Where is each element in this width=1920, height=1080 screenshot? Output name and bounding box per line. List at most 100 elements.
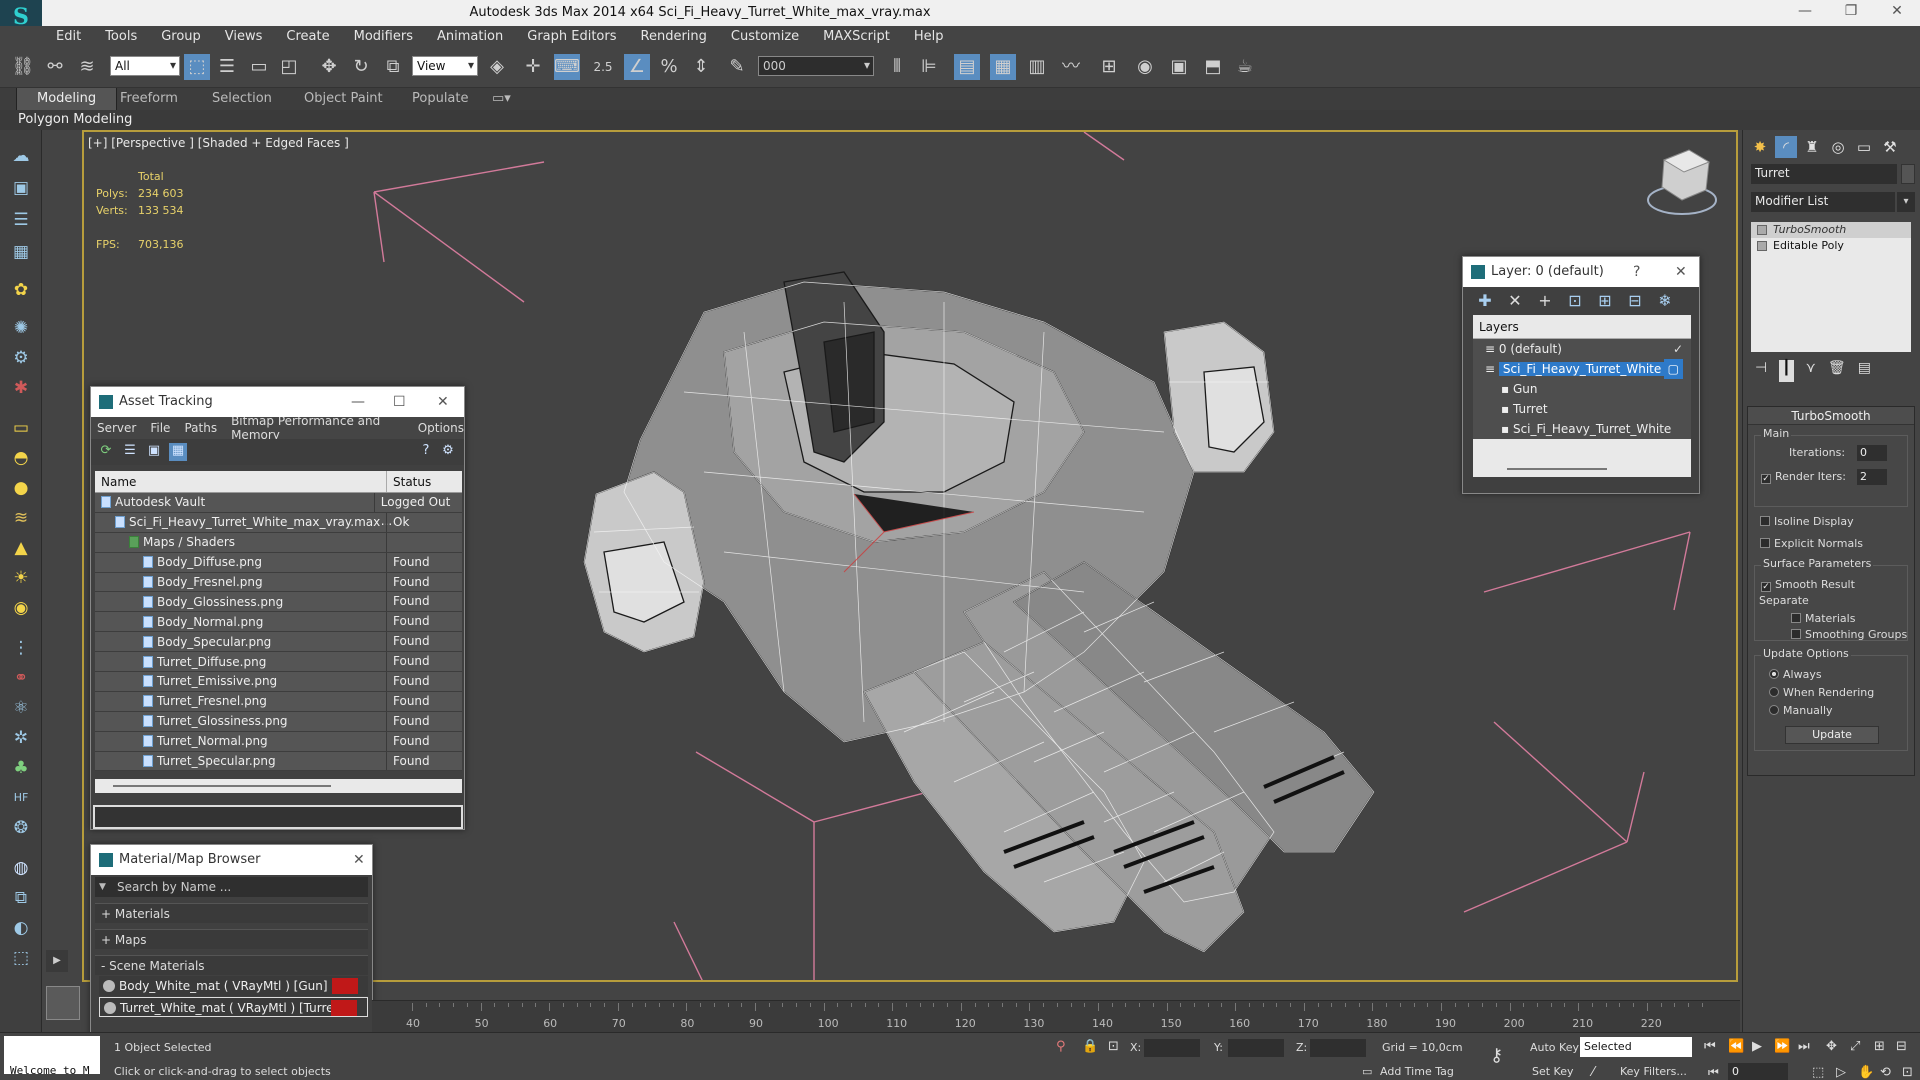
table-row[interactable]: Body_Diffuse.png Found (95, 552, 462, 573)
tab-freeform[interactable]: Freeform (120, 91, 178, 106)
links-icon[interactable]: ⚭ (9, 666, 33, 690)
object-name-field[interactable]: Turret (1751, 164, 1897, 184)
key-selection-select[interactable]: Selected (1580, 1037, 1692, 1057)
render-iters-spinner[interactable]: 2 (1857, 469, 1887, 485)
stack-item-turbosmooth[interactable]: TurboSmooth (1751, 222, 1911, 238)
zoom-icon[interactable]: ✥ (1826, 1039, 1837, 1054)
asset-scrollbar[interactable] (95, 779, 462, 793)
modify-tab-icon[interactable]: ◜ (1775, 136, 1797, 158)
tab-modeling[interactable]: Modeling (16, 88, 118, 110)
remove-modifier-icon[interactable]: 🗑 (1828, 360, 1846, 382)
material-search-input[interactable]: Search by Name ... (95, 877, 368, 897)
x-coordinate-field[interactable] (1144, 1039, 1200, 1057)
expand-arrow-icon[interactable]: ▶ (46, 950, 68, 972)
maximize-icon[interactable]: ☐ (393, 387, 406, 417)
grass-icon[interactable]: ≋ (9, 506, 33, 530)
window-crossing-icon[interactable]: ◰ (276, 54, 302, 80)
table-row[interactable]: Turret_Specular.png Found (95, 751, 462, 772)
asset-menu-options[interactable]: Options (418, 421, 464, 435)
close-icon[interactable]: ✕ (353, 845, 365, 875)
material-browser-titlebar[interactable]: Material/Map Browser ✕ (91, 845, 372, 875)
menu-customize[interactable]: Customize (731, 29, 799, 44)
asset-status-field[interactable] (93, 805, 463, 829)
object-icon[interactable]: ✱ (9, 376, 33, 400)
update-button[interactable]: Update (1785, 726, 1879, 744)
menu-modifiers[interactable]: Modifiers (354, 29, 413, 44)
table-row[interactable]: Body_Glossiness.png Found (95, 592, 462, 613)
table-row[interactable]: Body_Fresnel.png Found (95, 572, 462, 593)
pin-stack-icon[interactable]: ⊣ (1755, 360, 1767, 382)
iterations-spinner[interactable]: 0 (1857, 445, 1887, 461)
material-item[interactable]: Turret_White_mat ( VRayMtl ) [Turret] (99, 997, 368, 1017)
hf-icon[interactable]: HF (9, 786, 33, 810)
gear-icon[interactable]: ⚙ (9, 346, 33, 370)
table-view-icon[interactable]: ▦ (169, 443, 187, 461)
layer-scrollbar[interactable] (1473, 459, 1691, 477)
snap-toggle-icon[interactable]: 2.5 (590, 54, 616, 80)
light-icon[interactable]: ✿ (9, 278, 33, 302)
table-row[interactable]: Maps / Shaders (95, 532, 462, 553)
tab-object-paint[interactable]: Object Paint (304, 91, 383, 106)
stack-item-editable-poly[interactable]: Editable Poly (1751, 238, 1911, 254)
layer-object-row[interactable]: ▪ Sci_Fi_Heavy_Turret_White (1473, 419, 1691, 439)
manually-radio[interactable]: Manually (1769, 704, 1833, 717)
hide-all-icon[interactable]: ⊟ (1625, 291, 1645, 311)
y-coordinate-field[interactable] (1228, 1039, 1284, 1057)
align-icon[interactable]: ⊫ (916, 54, 942, 80)
selection-filter-select[interactable]: All (110, 56, 180, 76)
particle-icon[interactable]: ✺ (9, 316, 33, 340)
table-row[interactable]: Body_Specular.png Found (95, 632, 462, 653)
edit-named-selection-icon[interactable]: ✎ (724, 54, 750, 80)
vray-render-icon[interactable]: ⧉ (9, 886, 33, 910)
curve-editor-icon[interactable]: 〰 (1058, 54, 1084, 80)
link-icon[interactable]: ⛓ (10, 54, 36, 80)
atom-icon[interactable]: ⚛ (9, 696, 33, 720)
maxscript-listener-field[interactable]: Welcome to M (4, 1036, 100, 1077)
viewport-layout-button[interactable] (46, 986, 80, 1020)
material-editor-icon[interactable]: ◉ (1132, 54, 1158, 80)
select-object-icon[interactable]: ⬚ (184, 54, 210, 80)
layer-row[interactable]: ≡ Sci_Fi_Heavy_Turret_White ▢ (1473, 359, 1691, 379)
menu-rendering[interactable]: Rendering (641, 29, 707, 44)
percent-snap-icon[interactable]: % (656, 54, 682, 80)
always-radio[interactable]: Always (1769, 668, 1822, 681)
render-production-icon[interactable]: ☕ (1232, 54, 1258, 80)
next-frame-icon[interactable]: ⏩ (1774, 1039, 1790, 1054)
z-coordinate-field[interactable] (1310, 1039, 1366, 1057)
menu-tools[interactable]: Tools (105, 29, 137, 44)
camera-icon[interactable]: ▣ (9, 176, 33, 200)
menu-maxscript[interactable]: MAXScript (823, 29, 890, 44)
menu-create[interactable]: Create (286, 29, 329, 44)
current-frame-field[interactable]: 0 (1728, 1063, 1788, 1080)
render-setup-icon[interactable]: ▣ (1166, 54, 1192, 80)
add-to-layer-icon[interactable]: + (1535, 291, 1555, 311)
options-icon[interactable]: ⚙ (439, 443, 457, 461)
layer-object-row[interactable]: ▪ Turret (1473, 399, 1691, 419)
select-layer-icon[interactable]: ⊡ (1565, 291, 1585, 311)
key-filters-button[interactable]: Key Filters... (1620, 1065, 1687, 1078)
table-row[interactable]: Turret_Diffuse.png Found (95, 652, 462, 673)
asset-tracking-titlebar[interactable]: Asset Tracking — ☐ ✕ (91, 387, 464, 417)
timeline-ruler[interactable]: 40 50 60 70 80 90 100 110 120 130 140 150 160 170 180 1… (372, 1000, 1740, 1032)
current-layer-check-icon[interactable]: ✓ (1673, 339, 1683, 359)
go-to-end-icon[interactable]: ⏭ (1798, 1039, 1810, 1054)
table-row[interactable]: Turret_Emissive.png Found (95, 672, 462, 692)
tab-populate[interactable]: Populate (412, 91, 469, 106)
materials-section[interactable]: + Materials (95, 903, 368, 923)
reference-coordinate-select[interactable]: View (412, 56, 478, 76)
scale-icon[interactable]: ⧉ (380, 54, 406, 80)
hemisphere-icon[interactable]: ◓ (9, 446, 33, 470)
asset-menu-file[interactable]: File (150, 421, 170, 435)
angle-snap-icon[interactable]: ∠ (624, 54, 650, 80)
make-unique-icon[interactable]: ⋎ (1806, 360, 1816, 382)
create-tab-icon[interactable]: ✸ (1749, 136, 1771, 158)
graphite-toolbar-icon[interactable]: ▥ (1024, 54, 1050, 80)
close-icon[interactable]: ✕ (1675, 257, 1687, 287)
scene-materials-section[interactable]: - Scene Materials (95, 955, 368, 975)
table-row[interactable]: Body_Normal.png Found (95, 612, 462, 633)
minimize-icon[interactable]: — (351, 387, 365, 417)
asset-menu-server[interactable]: Server (97, 421, 136, 435)
keyboard-shortcut-icon[interactable]: ⌨ (554, 54, 580, 80)
layer-manager-icon[interactable]: ▦ (990, 54, 1016, 80)
field-of-view-icon[interactable]: ⊟ (1896, 1039, 1907, 1054)
